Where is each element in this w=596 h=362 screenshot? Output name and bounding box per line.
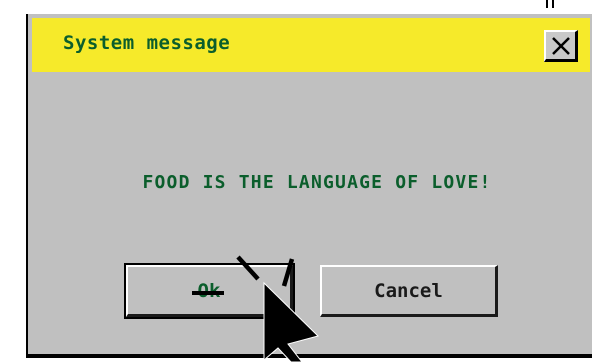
ok-focus-underline (192, 291, 224, 295)
title-bar[interactable]: System message (32, 18, 590, 72)
edge-tick-mark (546, 0, 548, 8)
close-x-icon (551, 36, 570, 55)
edge-tick-mark (552, 0, 554, 8)
cancel-button-label: Cancel (374, 279, 443, 302)
system-message-dialog: System message FOOD IS THE LANGUAGE OF L… (26, 14, 592, 358)
dialog-message: FOOD IS THE LANGUAGE OF LOVE! (142, 172, 492, 193)
cancel-button[interactable]: Cancel (320, 265, 498, 317)
close-button[interactable] (544, 30, 578, 62)
dialog-title: System message (63, 32, 231, 54)
